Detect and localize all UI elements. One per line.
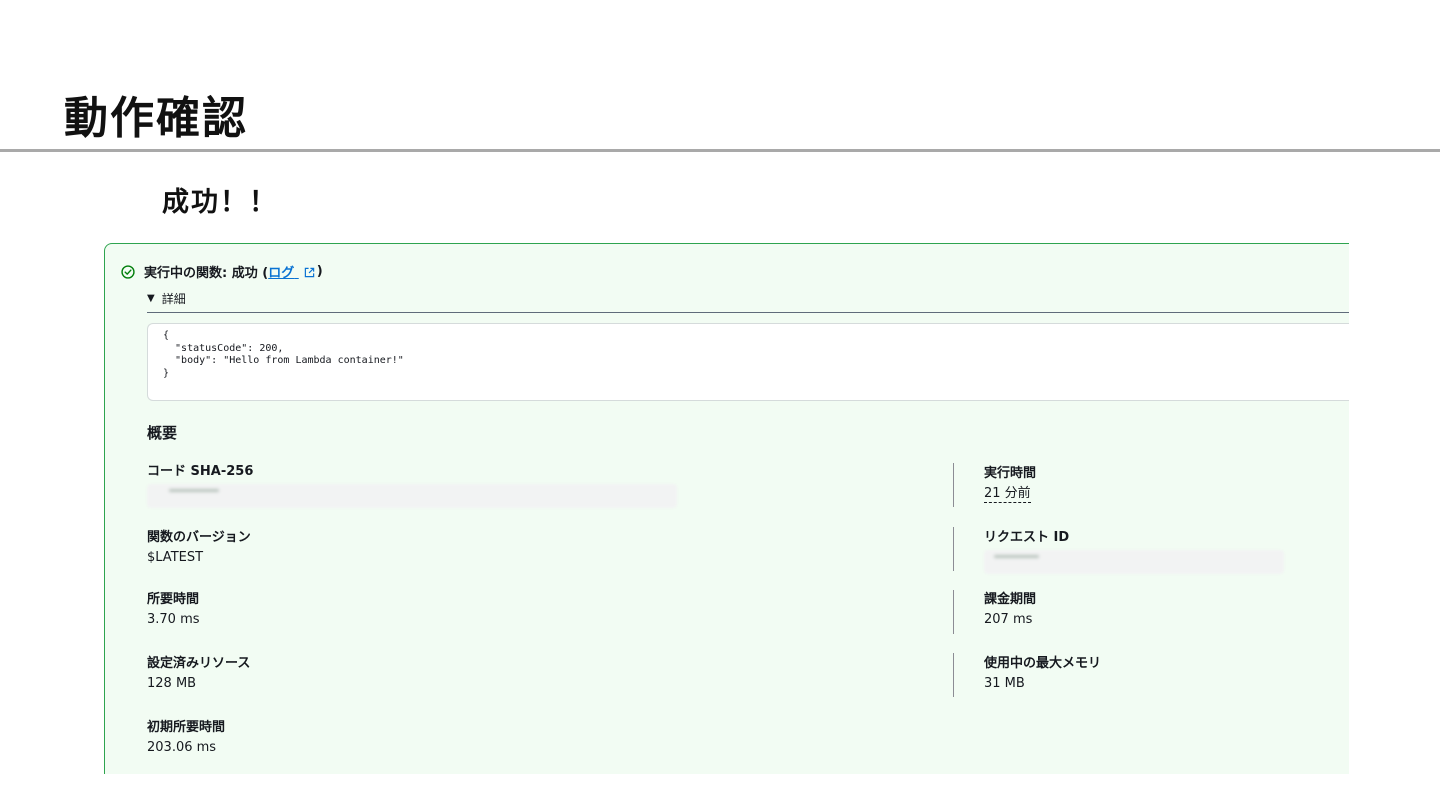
duration-field: 所要時間 3.70 ms bbox=[147, 590, 200, 630]
execution-time-field: 実行時間 21 分前 bbox=[984, 464, 1036, 504]
column-divider bbox=[953, 653, 954, 697]
execution-result-panel: 実行中の関数: 成功 ( ログ ) ▼ 詳細 { "statusCode": 2… bbox=[104, 243, 1349, 774]
request-id-field: リクエスト ID bbox=[984, 528, 1069, 548]
response-json: { "statusCode": 200, "body": "Hello from… bbox=[163, 330, 404, 379]
details-toggle[interactable]: ▼ 詳細 bbox=[147, 290, 186, 307]
request-id-redacted bbox=[984, 550, 1284, 574]
code-sha256-field: コード SHA-256 bbox=[147, 462, 253, 482]
billed-duration-label: 課金期間 bbox=[984, 592, 1037, 607]
column-divider bbox=[953, 527, 954, 571]
summary-heading: 概要 bbox=[147, 424, 178, 442]
slide-subtitle: 成功！！ bbox=[162, 187, 278, 218]
column-divider bbox=[953, 463, 954, 507]
configured-resources-field: 設定済みリソース 128 MB bbox=[147, 654, 250, 694]
caret-down-icon: ▼ bbox=[147, 293, 155, 304]
external-link-icon bbox=[304, 267, 314, 278]
log-link[interactable]: ログ bbox=[268, 262, 317, 281]
status-suffix: ) bbox=[316, 264, 323, 279]
init-duration-field: 初期所要時間 203.06 ms bbox=[147, 718, 225, 758]
response-code-block: { "statusCode": 200, "body": "Hello from… bbox=[147, 323, 1349, 401]
init-duration-value: 203.06 ms bbox=[147, 740, 217, 755]
details-label: 詳細 bbox=[161, 292, 186, 306]
success-check-icon bbox=[121, 264, 135, 279]
configured-resources-value: 128 MB bbox=[147, 676, 197, 691]
max-memory-value: 31 MB bbox=[984, 676, 1025, 691]
function-version-value: $LATEST bbox=[147, 550, 204, 565]
init-duration-label: 初期所要時間 bbox=[147, 720, 226, 735]
max-memory-field: 使用中の最大メモリ 31 MB bbox=[984, 654, 1101, 694]
title-divider bbox=[0, 149, 1440, 152]
status-text: 実行中の関数: 成功 ( bbox=[144, 266, 269, 281]
code-sha256-redacted bbox=[147, 484, 677, 508]
function-version-label: 関数のバージョン bbox=[147, 530, 251, 545]
slide-title: 動作確認 bbox=[64, 93, 248, 144]
request-id-label: リクエスト ID bbox=[984, 530, 1070, 545]
max-memory-label: 使用中の最大メモリ bbox=[984, 656, 1102, 671]
execution-status: 実行中の関数: 成功 ( ログ ) bbox=[121, 262, 323, 281]
billed-duration-value: 207 ms bbox=[984, 612, 1033, 627]
duration-label: 所要時間 bbox=[147, 592, 200, 607]
execution-time-label: 実行時間 bbox=[984, 466, 1037, 481]
details-divider bbox=[147, 312, 1349, 313]
duration-value: 3.70 ms bbox=[147, 612, 200, 627]
code-sha256-label: コード SHA-256 bbox=[147, 464, 254, 479]
billed-duration-field: 課金期間 207 ms bbox=[984, 590, 1036, 630]
log-link-label: ログ bbox=[268, 266, 295, 281]
configured-resources-label: 設定済みリソース bbox=[147, 656, 251, 671]
column-divider bbox=[953, 590, 954, 634]
function-version-field: 関数のバージョン $LATEST bbox=[147, 528, 251, 568]
execution-time-value[interactable]: 21 分前 bbox=[984, 486, 1031, 503]
